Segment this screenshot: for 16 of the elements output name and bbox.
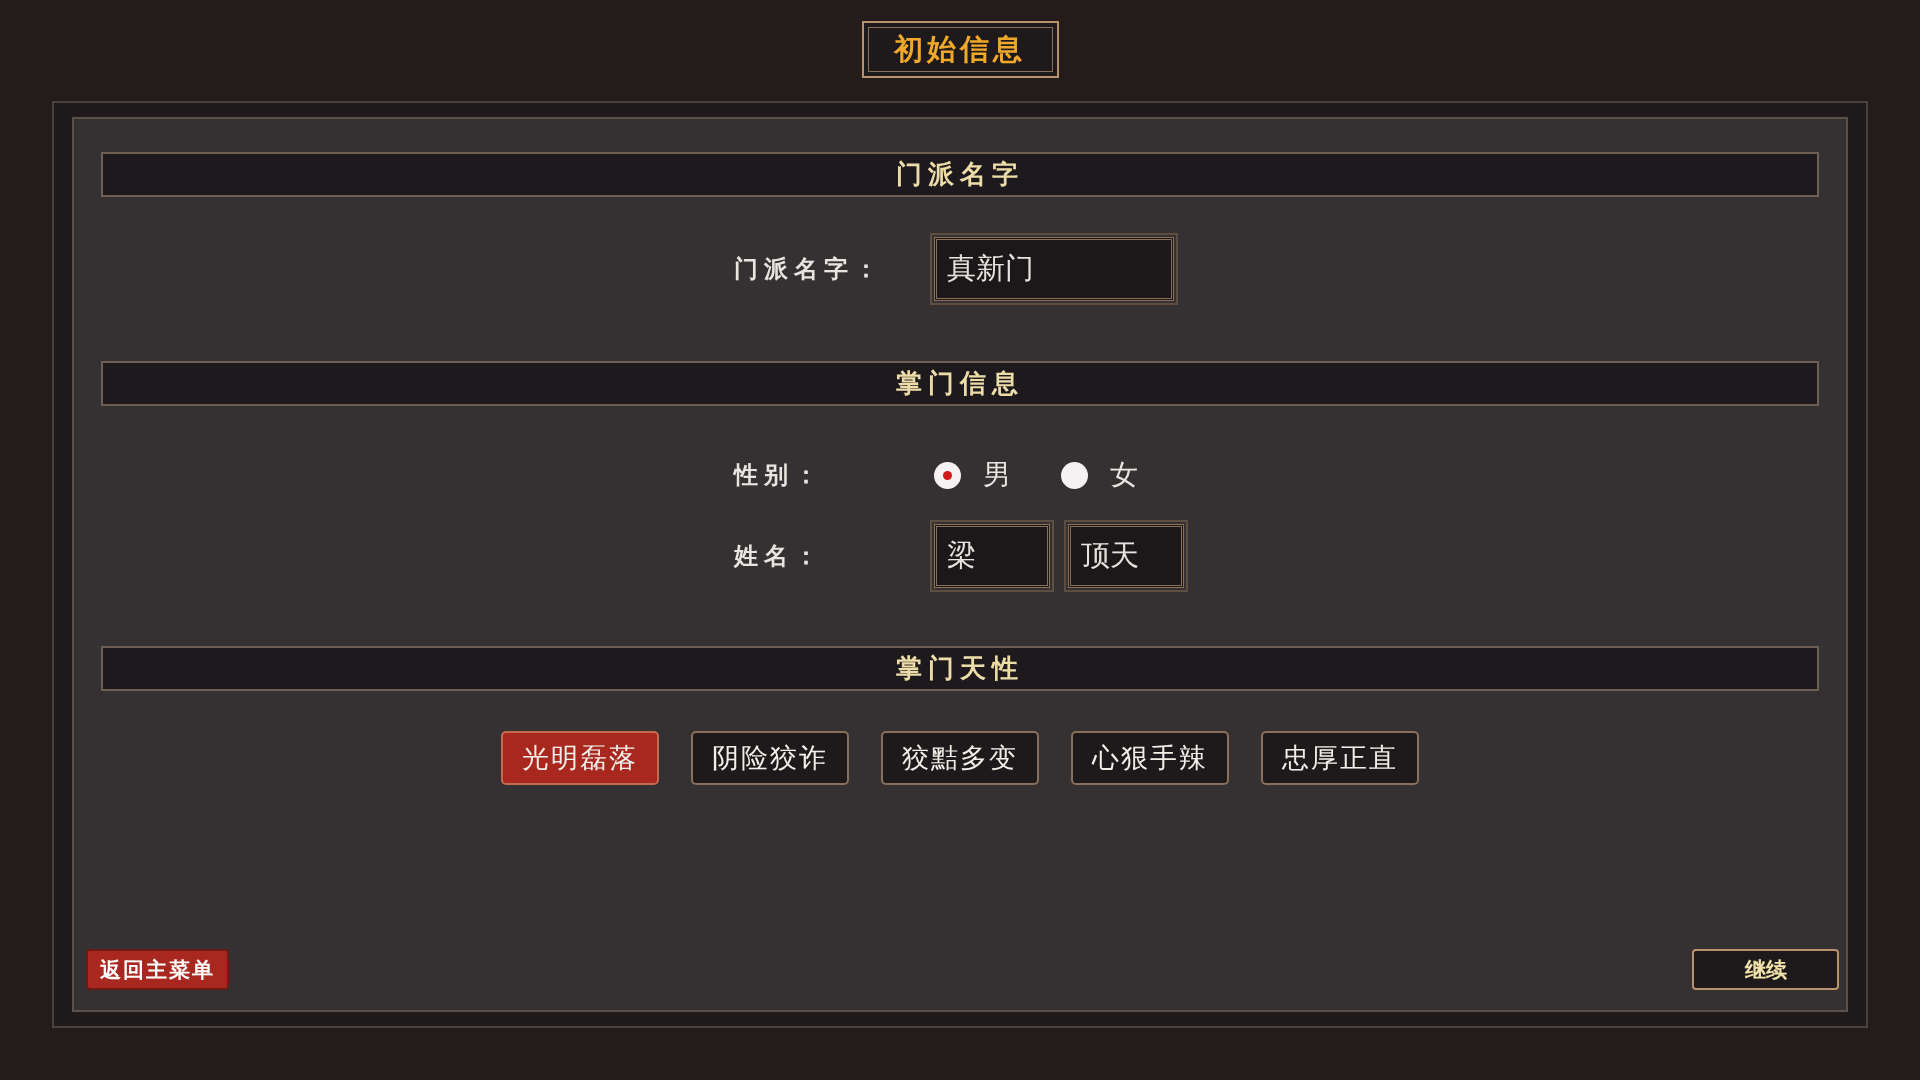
continue-button[interactable]: 继续 — [1692, 949, 1839, 990]
trait-button[interactable]: 狡黠多变 — [881, 731, 1039, 785]
radio-button[interactable]: 男 — [934, 456, 1011, 494]
field-label: 门派名字： — [734, 254, 885, 285]
trait-button[interactable]: 阴险狡诈 — [691, 731, 849, 785]
field-label: 性别： — [734, 460, 825, 491]
trait-button[interactable]: 心狠手辣 — [1071, 731, 1229, 785]
trait-button[interactable]: 光明磊落 — [501, 731, 659, 785]
trait-button[interactable]: 忠厚正直 — [1261, 731, 1419, 785]
section-header: 掌门信息 — [101, 361, 1819, 406]
radio-button[interactable]: 女 — [1061, 456, 1138, 494]
field-label: 姓名： — [734, 541, 825, 572]
section-header: 掌门天性 — [101, 646, 1819, 691]
back-button[interactable]: 返回主菜单 — [86, 949, 229, 990]
section-header: 门派名字 — [101, 152, 1819, 197]
window-title: 初始信息 — [861, 21, 1059, 78]
